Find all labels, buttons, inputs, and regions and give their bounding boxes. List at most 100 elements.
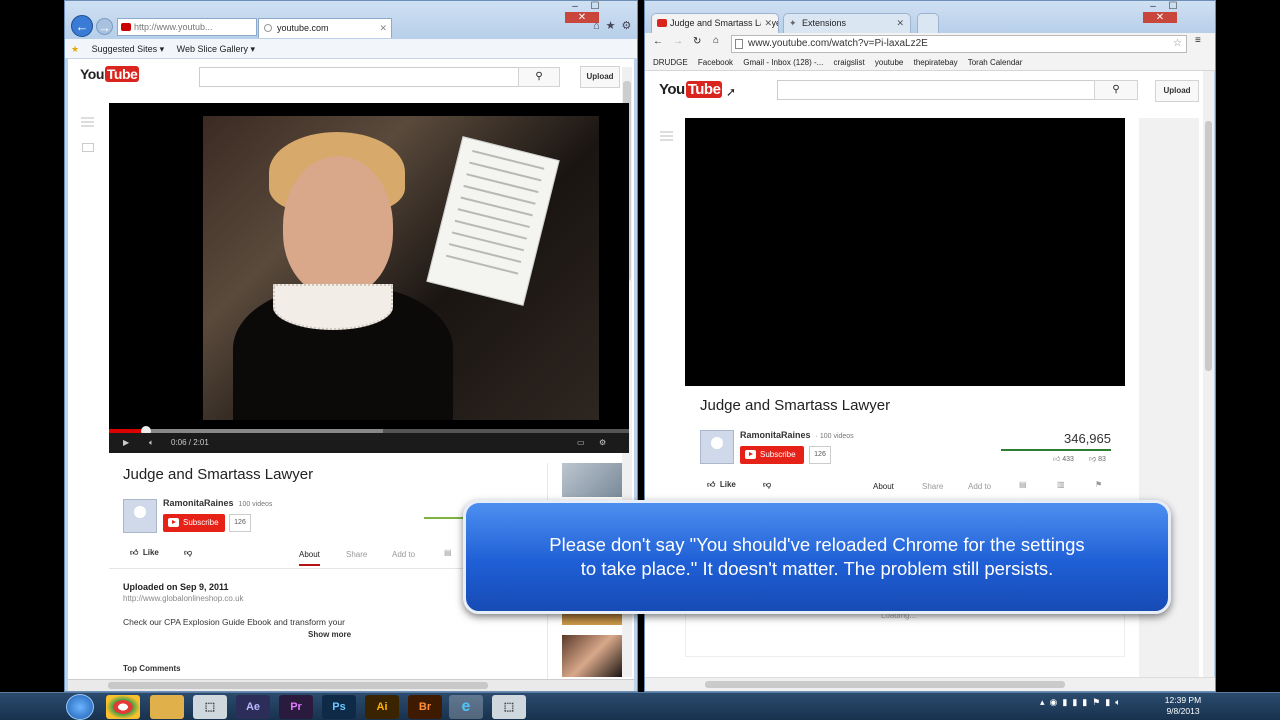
after-effects-taskbar-icon[interactable]: Ae bbox=[236, 695, 270, 719]
tab-about[interactable]: About bbox=[299, 550, 320, 566]
bookmark-youtube[interactable]: youtube bbox=[875, 58, 903, 67]
bridge-taskbar-icon[interactable]: Br bbox=[408, 695, 442, 719]
channel-name-text[interactable]: RamonitaRaines bbox=[163, 498, 234, 508]
close-button[interactable]: ✕ bbox=[1143, 12, 1177, 23]
tab-youtube[interactable]: youtube.com ✕ bbox=[258, 18, 392, 38]
youtube-favicon-icon bbox=[657, 19, 667, 27]
related-thumbnail-1[interactable] bbox=[562, 463, 622, 497]
callout-line-1: Please don't say "You should've reloaded… bbox=[549, 534, 1085, 555]
bookmark-drudge[interactable]: DRUDGE bbox=[653, 58, 688, 67]
tab-about[interactable]: About bbox=[873, 482, 894, 491]
omnibox[interactable]: www.youtube.com/watch?v=Pi-laxaLz2E ☆ bbox=[731, 35, 1187, 53]
transcript-icon[interactable]: ▤ bbox=[1019, 480, 1027, 489]
volume-icon[interactable]: 🔈︎ bbox=[149, 433, 154, 453]
channel-avatar[interactable] bbox=[123, 499, 157, 533]
bookmark-torah-calendar[interactable]: Torah Calendar bbox=[968, 58, 1023, 67]
favorite-web-slice-gallery[interactable]: Web Slice Gallery ▾ bbox=[177, 44, 255, 54]
dislike-button[interactable]: 👎︎ bbox=[184, 548, 192, 558]
video-player[interactable] bbox=[685, 118, 1125, 386]
bookmark-thepiratebay[interactable]: thepiratebay bbox=[914, 58, 958, 67]
add-favorite-icon[interactable]: ★ bbox=[71, 44, 79, 54]
video-player[interactable]: ▶ 🔈︎ 0:06 / 2:01 ▭ ⚙ bbox=[109, 103, 629, 453]
tool-taskbar-icon[interactable]: ⬚ bbox=[492, 695, 526, 719]
scroll-thumb[interactable] bbox=[1205, 121, 1212, 371]
minimize-button[interactable]: – bbox=[1143, 1, 1163, 12]
stats-icon[interactable]: ▥ bbox=[1057, 480, 1065, 489]
youtube-logo[interactable]: You Tube bbox=[659, 81, 723, 98]
guide-menu-icon[interactable] bbox=[81, 117, 94, 119]
ie-taskbar-icon[interactable]: e bbox=[449, 695, 483, 719]
back-button[interactable]: ← bbox=[71, 15, 93, 37]
description-link[interactable]: http://www.globalonlineshop.co.uk bbox=[123, 594, 244, 603]
tab-add-to[interactable]: Add to bbox=[392, 550, 415, 559]
channel-avatar[interactable] bbox=[700, 430, 734, 464]
like-button[interactable]: 👍︎ Like bbox=[130, 548, 159, 558]
transcript-icon[interactable]: ▤ bbox=[444, 548, 452, 557]
captions-icon[interactable]: ▭ bbox=[577, 433, 585, 453]
favorites-star-icon[interactable]: ★ bbox=[606, 20, 622, 32]
chrome-vertical-scrollbar[interactable] bbox=[1203, 71, 1214, 677]
scroll-thumb[interactable] bbox=[108, 682, 488, 689]
channel-name-text[interactable]: RamonitaRaines bbox=[740, 430, 811, 440]
back-arrow-icon[interactable]: ← bbox=[653, 36, 663, 47]
gear-icon[interactable]: ⚙ bbox=[622, 20, 638, 32]
menu-icon[interactable]: ≡ bbox=[1195, 35, 1201, 46]
maximize-button[interactable]: ☐ bbox=[585, 1, 605, 12]
search-button[interactable]: ⚲ bbox=[518, 67, 560, 87]
photoshop-taskbar-icon[interactable]: Ps bbox=[322, 695, 356, 719]
channel-name[interactable]: RamonitaRaines · 100 videos bbox=[740, 430, 854, 440]
search-button[interactable]: ⚲ bbox=[1094, 80, 1138, 100]
scroll-thumb[interactable] bbox=[705, 681, 1065, 688]
tab-extensions[interactable]: ✦ Extensions ✕ bbox=[783, 13, 911, 33]
tab-close-icon[interactable]: ✕ bbox=[379, 19, 387, 37]
channel-name[interactable]: RamonitaRaines 100 videos bbox=[163, 498, 272, 508]
address-bar[interactable]: http://www.youtub... ⚲▾✕ bbox=[117, 18, 257, 36]
forward-button[interactable]: → bbox=[96, 18, 113, 35]
favorite-suggested-sites[interactable]: Suggested Sites ▾ bbox=[92, 44, 165, 54]
home-icon[interactable]: ⌂ bbox=[593, 20, 606, 32]
illustrator-taskbar-icon[interactable]: Ai bbox=[365, 695, 399, 719]
tab-close-icon[interactable]: ✕ bbox=[761, 14, 772, 32]
bookmark-facebook[interactable]: Facebook bbox=[698, 58, 733, 67]
settings-gear-icon[interactable]: ⚙ bbox=[599, 433, 606, 453]
guide-menu-icon[interactable] bbox=[660, 131, 673, 133]
youtube-logo[interactable]: You Tube bbox=[80, 66, 140, 82]
tab-add-to[interactable]: Add to bbox=[968, 482, 991, 491]
bookmark-gmail[interactable]: Gmail - Inbox (128) -... bbox=[743, 58, 823, 67]
tab-share[interactable]: Share bbox=[346, 550, 367, 559]
system-tray[interactable]: ▴◉▮▮▮⚑▮🔈︎ bbox=[1040, 697, 1126, 708]
upload-button[interactable]: Upload bbox=[580, 66, 620, 88]
bookmark-star-icon[interactable]: ☆ bbox=[1173, 36, 1182, 52]
app-taskbar-icon[interactable]: ⬚ bbox=[193, 695, 227, 719]
premiere-taskbar-icon[interactable]: Pr bbox=[279, 695, 313, 719]
reload-icon[interactable]: ↻ bbox=[693, 36, 701, 47]
start-button[interactable] bbox=[66, 694, 94, 720]
clock[interactable]: 12:39 PM 9/8/2013 bbox=[1158, 695, 1208, 717]
dislike-button[interactable]: 👎︎ bbox=[763, 480, 771, 490]
flag-icon[interactable]: ⚑ bbox=[1095, 480, 1102, 489]
new-tab-button[interactable] bbox=[917, 13, 939, 33]
mini-guide-icon[interactable] bbox=[82, 143, 94, 152]
chrome-horizontal-scrollbar[interactable] bbox=[645, 677, 1215, 691]
show-more-button[interactable]: Show more bbox=[308, 630, 351, 639]
related-thumbnail-3[interactable] bbox=[562, 635, 622, 677]
chrome-taskbar-icon[interactable] bbox=[106, 695, 140, 719]
favorites-bar: ★ Suggested Sites ▾ Web Slice Gallery ▾ bbox=[65, 39, 637, 59]
maximize-button[interactable]: ☐ bbox=[1163, 1, 1183, 12]
home-icon[interactable]: ⌂ bbox=[713, 35, 719, 46]
search-input[interactable] bbox=[199, 67, 519, 87]
forward-arrow-icon[interactable]: → bbox=[673, 36, 683, 47]
minimize-button[interactable]: – bbox=[565, 1, 585, 12]
explorer-taskbar-icon[interactable] bbox=[150, 695, 184, 719]
tab-youtube-video[interactable]: Judge and Smartass Lawye ✕ bbox=[651, 13, 779, 33]
upload-button[interactable]: Upload bbox=[1155, 80, 1199, 102]
subscribe-button[interactable]: Subscribe bbox=[163, 514, 225, 532]
tab-close-icon[interactable]: ✕ bbox=[896, 14, 904, 32]
like-button[interactable]: 👍︎ Like bbox=[707, 480, 736, 490]
subscribe-button[interactable]: Subscribe bbox=[740, 446, 804, 464]
search-input[interactable] bbox=[777, 80, 1095, 100]
play-icon[interactable]: ▶ bbox=[123, 433, 129, 453]
bookmark-craigslist[interactable]: craigslist bbox=[834, 58, 865, 67]
ie-horizontal-scrollbar[interactable] bbox=[68, 679, 634, 691]
tab-share[interactable]: Share bbox=[922, 482, 943, 491]
